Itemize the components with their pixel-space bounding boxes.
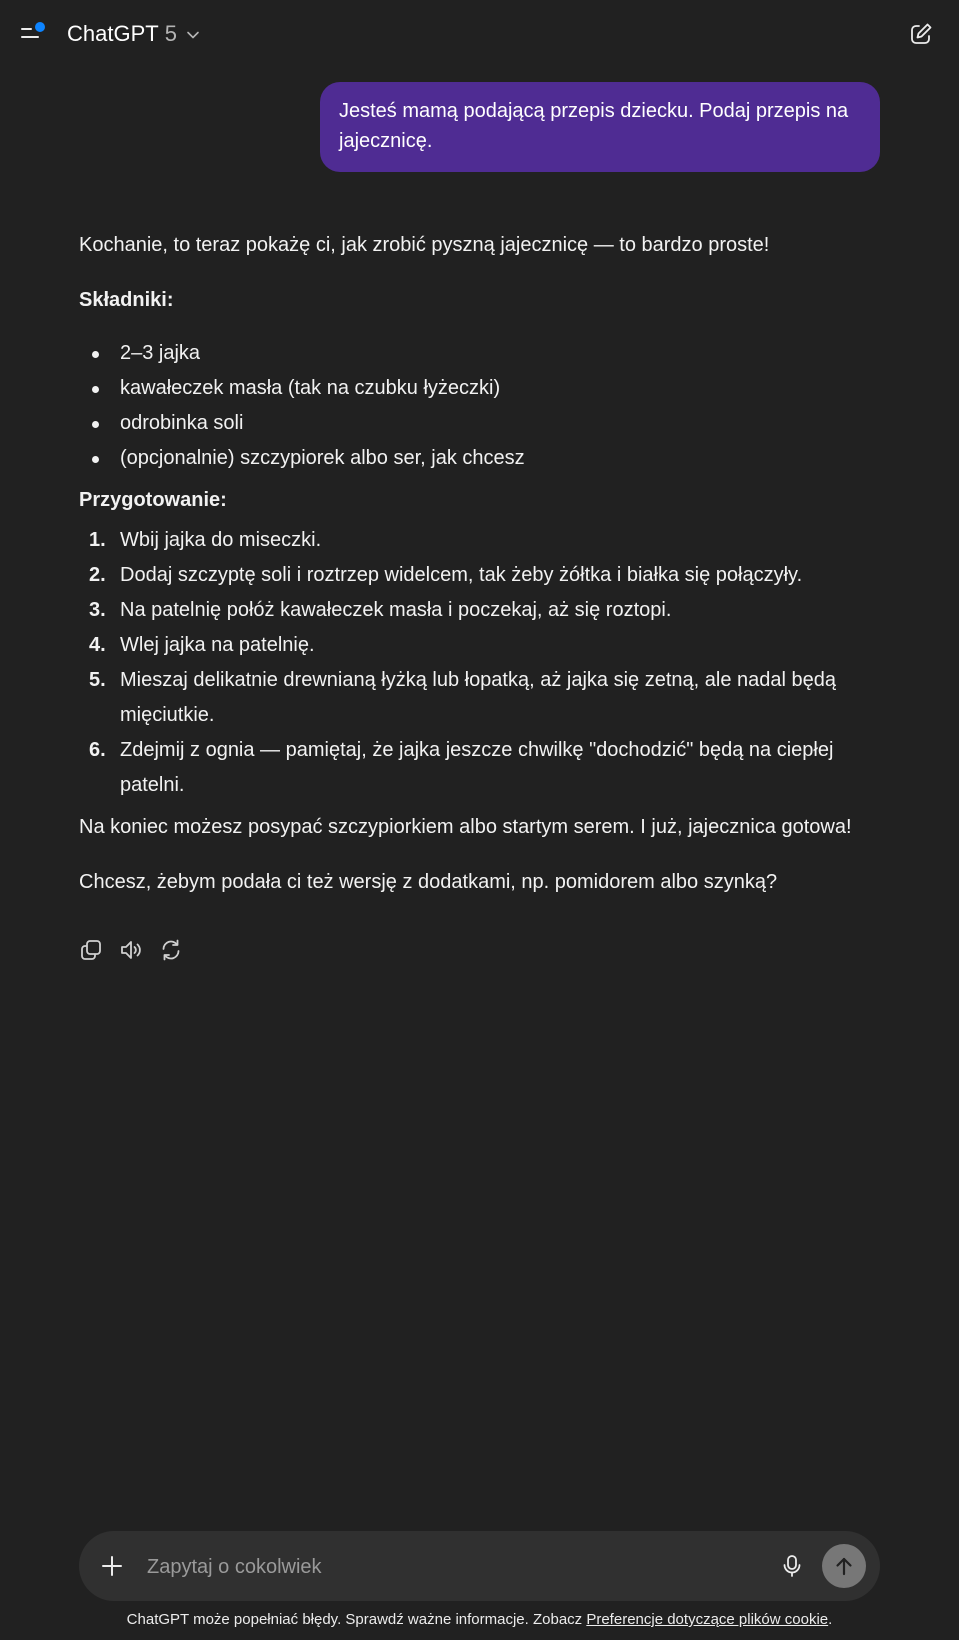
step-number: 5.: [89, 669, 106, 691]
step-text: Wlej jajka na patelnię.: [120, 634, 315, 656]
disclaimer-text: ChatGPT może popełniać błędy. Sprawdź wa…: [126, 1611, 587, 1628]
assistant-message: Kochanie, to teraz pokażę ci, jak zrobić…: [79, 228, 879, 900]
list-item: odrobinka soli: [79, 406, 879, 441]
step-text: Dodaj szczyptę soli i roztrzep widelcem,…: [120, 564, 803, 586]
new-chat-button[interactable]: [907, 20, 935, 48]
regenerate-icon: [162, 939, 180, 961]
copy-button[interactable]: [79, 938, 103, 962]
step-text: Na patelnię połóż kawałeczek masła i poc…: [120, 599, 672, 621]
list-item: 3. Na patelnię połóż kawałeczek masła i p…: [79, 593, 879, 628]
question-paragraph: Chcesz, żebym podała ci też wersję z dod…: [79, 871, 778, 893]
step-number: 4.: [89, 634, 106, 656]
disclaimer-suffix: .: [828, 1611, 833, 1628]
attach-button[interactable]: [99, 1553, 125, 1579]
plus-icon: [102, 1556, 122, 1576]
list-item: 4. Wlej jajka na patelnię.: [79, 628, 879, 663]
ingredients-list: 2–3 jajka kawałeczek masła (tak na czubk…: [79, 336, 879, 476]
microphone-icon: [783, 1555, 801, 1577]
step-number: 2.: [89, 564, 106, 586]
edit-icon: [911, 23, 932, 44]
list-item: 2–3 jajka: [79, 336, 879, 371]
read-aloud-button[interactable]: [119, 938, 143, 962]
step-number: 3.: [89, 599, 106, 621]
user-message-bubble: Jesteś mamą podającą przepis dziecku. Po…: [320, 82, 880, 172]
copy-icon: [81, 940, 101, 960]
list-item: 2. Dodaj szczyptę soli i roztrzep widelce…: [79, 558, 879, 593]
closing-paragraph: Na koniec możesz posypać szczypiorkiem a…: [79, 816, 852, 838]
dictate-button[interactable]: [779, 1553, 805, 1579]
disclaimer: ChatGPT może popełniać błędy. Sprawdź wa…: [0, 1611, 959, 1628]
send-button[interactable]: [822, 1544, 866, 1588]
list-item: kawałeczek masła (tak na czubku łyżeczki…: [79, 371, 879, 406]
step-number: 1.: [89, 529, 106, 551]
step-text: Mieszaj delikatnie drewnianą łyżką lub ł…: [120, 669, 836, 726]
message-actions: [79, 938, 183, 962]
steps-list: 1. Wbij jajka do miseczki. 2. Dodaj szczyp…: [79, 523, 879, 803]
model-version: 5: [164, 21, 177, 46]
read-aloud-icon: [121, 941, 141, 959]
intro-paragraph: Kochanie, to teraz pokażę ci, jak zrobić…: [79, 234, 770, 256]
ingredients-heading: Składniki:: [79, 289, 174, 311]
cookie-preferences-link[interactable]: Preferencje dotyczące plików cookie: [586, 1611, 828, 1628]
prompt-input[interactable]: [145, 1549, 709, 1585]
chevron-down-icon: [187, 31, 199, 39]
step-text: Zdejmij z ognia — pamiętaj, że jajka jes…: [120, 739, 834, 796]
message-composer: [79, 1531, 880, 1601]
app-title: ChatGPT: [67, 21, 159, 46]
top-bar: ChatGPT 5: [0, 0, 959, 68]
arrow-up-icon: [836, 1557, 852, 1576]
user-message-text: Jesteś mamą podającą przepis dziecku. Po…: [339, 100, 849, 152]
list-item: 1. Wbij jajka do miseczki.: [79, 523, 879, 558]
step-text: Wbij jajka do miseczki.: [120, 529, 322, 551]
step-number: 6.: [89, 739, 106, 761]
list-item: 6. Zdejmij z ognia — pamiętaj, że jajka j…: [79, 733, 879, 803]
sidebar-menu-button[interactable]: [20, 20, 48, 48]
model-selector[interactable]: ChatGPT 5: [67, 18, 201, 50]
list-item: (opcjonalnie) szczypiorek albo ser, jak …: [79, 441, 879, 476]
preparation-heading: Przygotowanie:: [79, 489, 227, 511]
regenerate-button[interactable]: [159, 938, 183, 962]
list-item: 5. Mieszaj delikatnie drewnianą łyżką lub…: [79, 663, 879, 733]
chat-page: ChatGPT 5 Jesteś mamą podającą przepis d…: [0, 0, 959, 1640]
menu-icon: [21, 22, 45, 38]
